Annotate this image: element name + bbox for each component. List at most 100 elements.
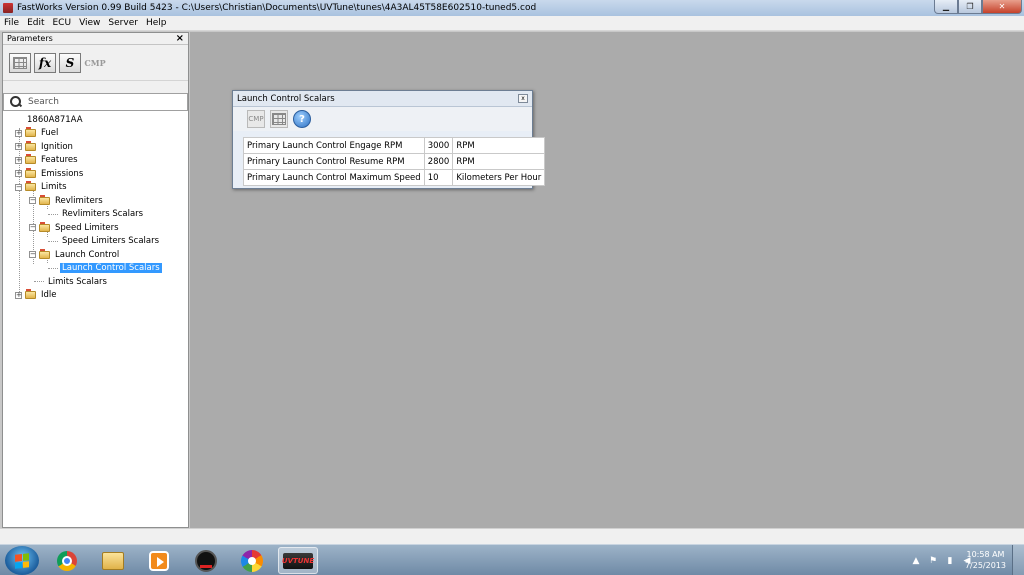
collapse-icon[interactable]: − bbox=[29, 197, 36, 205]
table-grid-icon bbox=[13, 56, 27, 69]
expand-icon[interactable]: + bbox=[15, 143, 22, 151]
window-titlebar: FastWorks Version 0.99 Build 5423 - C:\U… bbox=[0, 0, 1024, 16]
expand-icon[interactable]: + bbox=[15, 156, 22, 164]
collapse-icon[interactable]: − bbox=[15, 183, 22, 191]
tree-label-selected: Launch Control Scalars bbox=[60, 263, 162, 274]
table-row: Primary Launch Control Engage RPM 3000 R… bbox=[243, 137, 546, 154]
tree-item-speed-limiters[interactable]: − Speed Limiters bbox=[3, 221, 188, 235]
network-icon[interactable]: ▮ bbox=[945, 556, 955, 566]
compare-button[interactable]: CMP bbox=[247, 110, 265, 128]
help-button[interactable]: ? bbox=[293, 110, 311, 128]
scalar-value-cell[interactable]: 3000 bbox=[423, 137, 454, 154]
show-hidden-icons-icon[interactable]: ▲ bbox=[911, 556, 921, 566]
uvtune-icon: UVTUNE bbox=[282, 552, 314, 569]
tree-root[interactable]: 1860A871AA bbox=[3, 113, 188, 127]
taskbar-chrome[interactable] bbox=[47, 547, 87, 574]
expand-icon[interactable]: + bbox=[15, 129, 22, 137]
menu-view[interactable]: View bbox=[75, 18, 104, 28]
tree-connector bbox=[48, 240, 58, 242]
scalar-unit: RPM bbox=[452, 137, 546, 154]
folder-open-icon bbox=[25, 181, 36, 192]
tree-item-revlimiters[interactable]: − Revlimiters bbox=[3, 194, 188, 208]
start-button[interactable] bbox=[5, 546, 39, 575]
scalar-unit: Kilometers Per Hour bbox=[452, 169, 546, 186]
menu-ecu[interactable]: ECU bbox=[49, 18, 76, 28]
windows-logo-icon bbox=[15, 552, 29, 569]
expand-icon[interactable]: + bbox=[15, 291, 22, 299]
app-icon bbox=[3, 3, 13, 13]
menu-help[interactable]: Help bbox=[142, 18, 171, 28]
folder-icon bbox=[25, 127, 36, 138]
tree-label: 1860A871AA bbox=[27, 114, 83, 125]
scalar-name: Primary Launch Control Engage RPM bbox=[243, 137, 425, 154]
menu-file[interactable]: File bbox=[0, 18, 23, 28]
tree-item-limits[interactable]: − Limits bbox=[3, 181, 188, 195]
tree-item-ignition[interactable]: + Ignition bbox=[3, 140, 188, 154]
dialog-titlebar[interactable]: Launch Control Scalars x bbox=[233, 91, 532, 107]
search-box bbox=[3, 93, 188, 111]
parameters-panel-title: Parameters bbox=[7, 34, 53, 43]
clock-date: 7/25/2013 bbox=[964, 561, 1006, 570]
taskbar-aem-gauge[interactable] bbox=[186, 547, 226, 574]
tree-item-launch-control-scalars[interactable]: Launch Control Scalars bbox=[3, 262, 188, 276]
panel-close-icon[interactable]: × bbox=[176, 33, 184, 44]
taskbar-uvtune[interactable]: UVTUNE bbox=[278, 547, 318, 574]
taskbar-media-player[interactable] bbox=[139, 547, 179, 574]
tree-label: Limits Scalars bbox=[48, 276, 107, 287]
windows-taskbar: UVTUNE ▲ ⚑ ▮ ◀ 10:58 AM 7/25/2013 bbox=[0, 544, 1024, 575]
folder-open-icon bbox=[39, 221, 50, 232]
show-desktop-button[interactable] bbox=[1012, 545, 1024, 575]
parameters-toolbar: fx S CMP bbox=[3, 45, 188, 81]
collapse-icon[interactable]: − bbox=[29, 251, 36, 259]
window-title: FastWorks Version 0.99 Build 5423 - C:\U… bbox=[17, 3, 537, 13]
expand-icon[interactable]: + bbox=[15, 170, 22, 178]
folder-icon bbox=[25, 154, 36, 165]
restore-button[interactable]: ❐ bbox=[958, 0, 982, 14]
menu-edit[interactable]: Edit bbox=[23, 18, 48, 28]
scalar-view-button[interactable]: S bbox=[59, 52, 81, 73]
tree-item-revlimiters-scalars[interactable]: Revlimiters Scalars bbox=[3, 208, 188, 222]
menu-server[interactable]: Server bbox=[104, 18, 142, 28]
tree-item-fuel[interactable]: + Fuel bbox=[3, 127, 188, 141]
tree-label: Features bbox=[41, 155, 78, 166]
folder-open-icon bbox=[39, 248, 50, 259]
folder-icon bbox=[25, 140, 36, 151]
scalar-value-cell[interactable]: 10 bbox=[423, 169, 454, 186]
tree-item-emissions[interactable]: + Emissions bbox=[3, 167, 188, 181]
media-player-icon bbox=[149, 550, 169, 571]
tree-label: Revlimiters Scalars bbox=[62, 209, 144, 220]
function-view-button[interactable]: fx bbox=[34, 52, 56, 73]
minimize-button[interactable]: ▁ bbox=[934, 0, 958, 14]
collapse-icon[interactable]: − bbox=[29, 224, 36, 232]
window-controls: ▁ ❐ ✕ bbox=[934, 0, 1022, 14]
scalar-value-cell[interactable]: 2800 bbox=[423, 153, 454, 170]
compare-button[interactable]: CMP bbox=[84, 53, 106, 73]
status-bar bbox=[0, 528, 1024, 544]
scalar-unit: RPM bbox=[452, 153, 546, 170]
tree-item-limits-scalars[interactable]: Limits Scalars bbox=[3, 275, 188, 289]
taskbar-picasa[interactable] bbox=[232, 547, 272, 574]
tree-label: Fuel bbox=[41, 128, 59, 139]
dialog-close-icon[interactable]: x bbox=[518, 94, 528, 103]
table-view-button[interactable] bbox=[270, 110, 288, 128]
gauge-icon bbox=[195, 549, 217, 572]
table-view-button[interactable] bbox=[9, 52, 31, 73]
table-grid-icon bbox=[272, 113, 286, 125]
tree-item-launch-control[interactable]: − Launch Control bbox=[3, 248, 188, 262]
close-button[interactable]: ✕ bbox=[982, 0, 1022, 14]
clock[interactable]: 10:58 AM 7/25/2013 bbox=[965, 549, 1006, 571]
tree-item-speed-limiters-scalars[interactable]: Speed Limiters Scalars bbox=[3, 235, 188, 249]
launch-control-scalars-window: Launch Control Scalars x CMP ? Primary L… bbox=[232, 90, 546, 189]
tree-item-idle[interactable]: + Idle bbox=[3, 289, 188, 303]
menu-bar: File Edit ECU View Server Help bbox=[0, 16, 1024, 31]
tree-label: Speed Limiters Scalars bbox=[62, 236, 160, 247]
action-center-flag-icon[interactable]: ⚑ bbox=[928, 556, 938, 566]
search-icon bbox=[10, 96, 22, 108]
taskbar-explorer[interactable] bbox=[93, 547, 133, 574]
tree-label: Idle bbox=[41, 290, 57, 301]
table-row: Primary Launch Control Maximum Speed 10 … bbox=[243, 169, 546, 186]
tree-item-features[interactable]: + Features bbox=[3, 154, 188, 168]
parameters-panel: Parameters × fx S CMP 1860A871AA + Fuel … bbox=[2, 32, 189, 528]
search-input[interactable] bbox=[28, 97, 168, 107]
tree-label: Ignition bbox=[41, 141, 73, 152]
